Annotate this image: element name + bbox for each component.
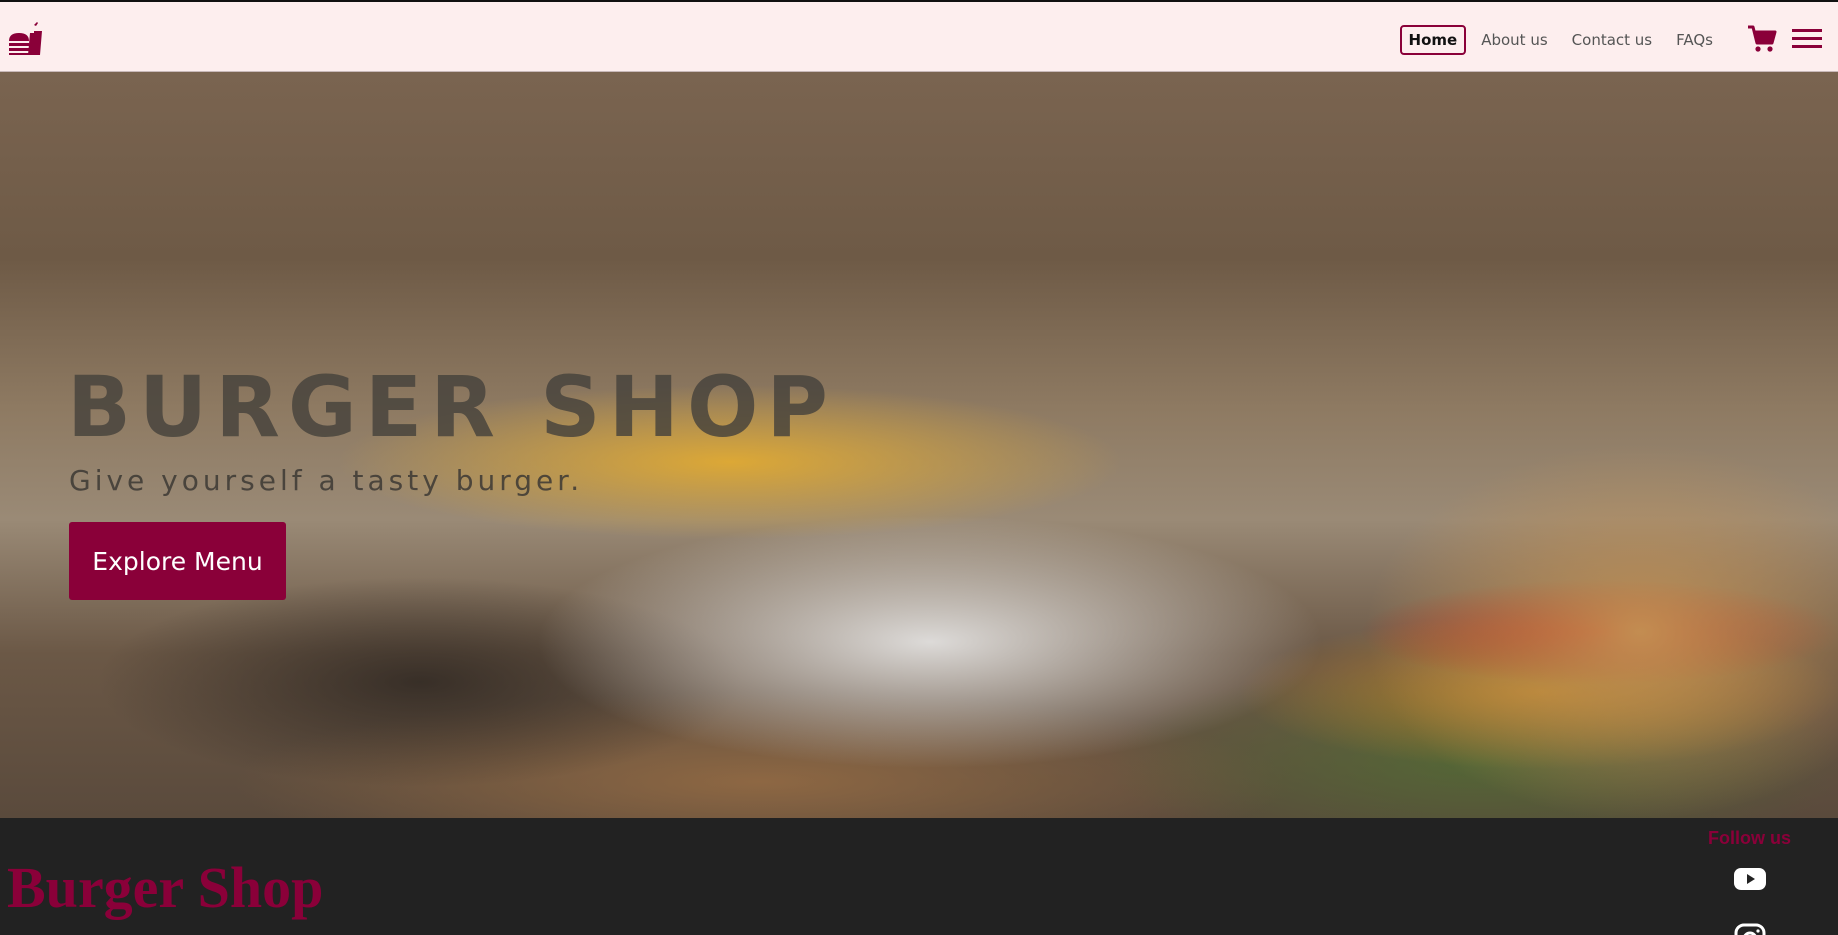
cart-icon[interactable]: [1746, 23, 1778, 55]
fastfood-icon[interactable]: [7, 21, 43, 57]
explore-menu-button[interactable]: Explore Menu: [69, 522, 286, 600]
navbar: Home About us Contact us FAQs: [0, 0, 1838, 72]
nav-about[interactable]: About us: [1472, 25, 1556, 55]
follow-us-label: Follow us: [1708, 828, 1791, 848]
hamburger-menu-icon[interactable]: [1792, 26, 1822, 52]
nav-home[interactable]: Home: [1399, 25, 1467, 55]
nav-links: Home About us Contact us FAQs: [1399, 25, 1722, 55]
hero-title: BURGER SHOP: [67, 358, 836, 456]
nav-contact[interactable]: Contact us: [1563, 25, 1661, 55]
footer: Burger Shop Follow us: [0, 818, 1838, 935]
hero-subtitle: Give yourself a tasty burger.: [69, 464, 584, 497]
hero-section: BURGER SHOP Give yourself a tasty burger…: [0, 72, 1838, 818]
nav-faqs[interactable]: FAQs: [1667, 25, 1722, 55]
footer-brand: Burger Shop: [7, 855, 324, 920]
instagram-icon[interactable]: [1733, 922, 1767, 935]
youtube-icon[interactable]: [1733, 866, 1767, 892]
